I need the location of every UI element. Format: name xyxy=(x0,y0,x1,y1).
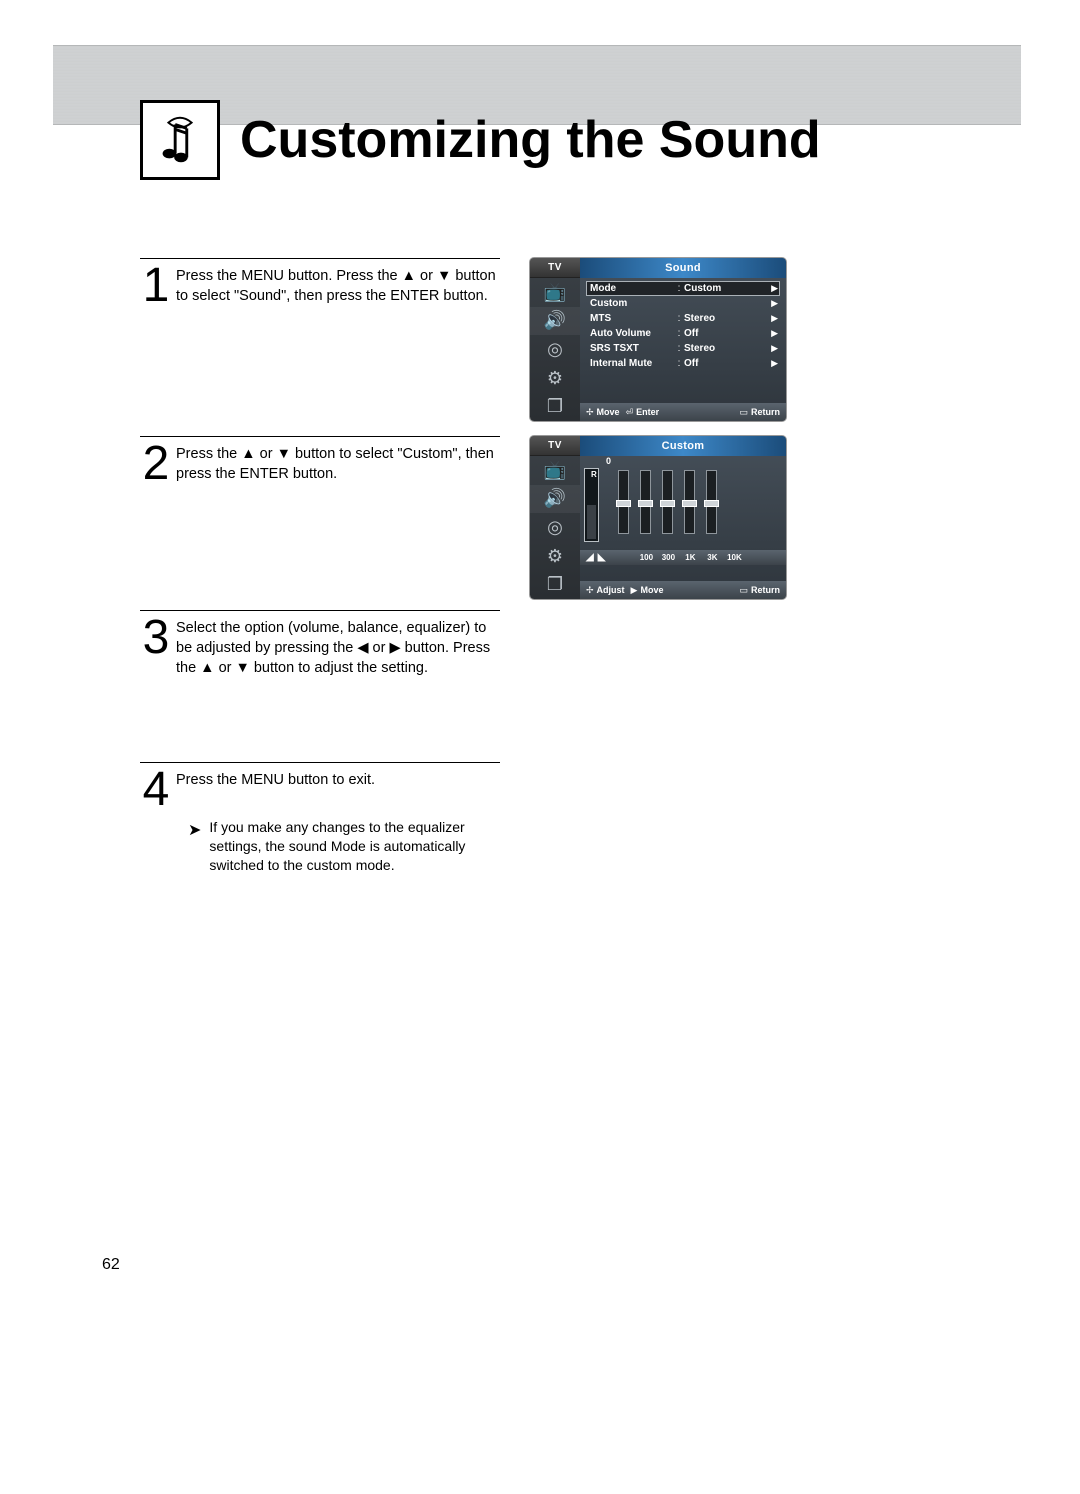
step-1: 1 Press the MENU button. Press the ▲ or … xyxy=(140,266,500,310)
eq-band-100[interactable] xyxy=(618,470,629,534)
arrow-right-icon: ▶ xyxy=(771,313,780,324)
step-3-number: 3 xyxy=(140,614,172,662)
step-1-text: Press the MENU button. Press the ▲ or ▼ … xyxy=(172,266,500,306)
osd-custom-title: Custom xyxy=(580,436,786,456)
step4-rule xyxy=(140,762,500,763)
osd-custom-hint: ✢Adjust ▶Move ▭Return xyxy=(580,581,786,599)
eq-band-1k[interactable] xyxy=(662,470,673,534)
eq-balance-slider[interactable] xyxy=(584,468,599,542)
speaker-right-icon: ◣ xyxy=(598,552,606,563)
osd-sound-menu: TV 📺 🔊 ◎ ⚙ ❐ Sound Mode : Custom ▶ xyxy=(530,258,786,421)
speaker-left-icon: ◢ xyxy=(586,552,594,563)
section-title-block: Customizing the Sound xyxy=(140,100,821,180)
manual-page: Customizing the Sound 1 Press the MENU b… xyxy=(0,0,1080,1494)
step2-rule xyxy=(140,436,500,437)
arrow-right-icon: ▶ xyxy=(771,298,780,309)
osd-sidebar: TV 📺 🔊 ◎ ⚙ ❐ xyxy=(530,436,580,599)
arrow-right-icon: ▶ xyxy=(771,328,780,339)
eq-band-3k[interactable] xyxy=(684,470,695,534)
menu-row-autovolume[interactable]: Auto Volume : Off ▶ xyxy=(586,326,780,341)
eq-bands-row xyxy=(618,470,717,534)
sidebar-channel-icon[interactable]: ◎ xyxy=(530,513,580,542)
step-2-number: 2 xyxy=(140,440,172,488)
music-note-icon xyxy=(140,100,220,180)
music-svg-icon xyxy=(151,111,209,169)
osd-sidebar: TV 📺 🔊 ◎ ⚙ ❐ xyxy=(530,258,580,421)
eq-band-10k[interactable] xyxy=(706,470,717,534)
arrow-right-icon: ▶ xyxy=(771,343,780,354)
eq-balance-r-label: R xyxy=(591,470,597,479)
step-4-number: 4 xyxy=(140,766,172,814)
sidebar-picture-icon[interactable]: 📺 xyxy=(530,456,580,485)
note-text: If you make any changes to the equalizer… xyxy=(209,818,508,875)
step-4-text: Press the MENU button to exit. xyxy=(172,770,500,790)
osd-tv-label: TV xyxy=(530,258,580,278)
osd-tv-label: TV xyxy=(530,436,580,456)
menu-row-internalmute[interactable]: Internal Mute : Off ▶ xyxy=(586,356,780,371)
page-number: 62 xyxy=(102,1256,120,1274)
osd-custom-menu: TV 📺 🔊 ◎ ⚙ ❐ Custom 0 R xyxy=(530,436,786,599)
sidebar-channel-icon[interactable]: ◎ xyxy=(530,335,580,364)
step-3: 3 Select the option (volume, balance, eq… xyxy=(140,618,500,678)
osd-sound-title: Sound xyxy=(580,258,786,278)
osd-sound-hint: ✢Move ⏎Enter ▭Return xyxy=(580,403,786,421)
sidebar-sound-icon[interactable]: 🔊 xyxy=(530,307,580,336)
menu-row-mode[interactable]: Mode : Custom ▶ xyxy=(586,281,780,296)
arrow-right-icon: ▶ xyxy=(771,358,780,369)
menu-row-custom[interactable]: Custom ▶ xyxy=(586,296,780,311)
step-4: 4 Press the MENU button to exit. xyxy=(140,770,500,814)
arrow-right-icon: ▶ xyxy=(771,283,780,294)
step-1-number: 1 xyxy=(140,262,172,310)
step-2: 2 Press the ▲ or ▼ button to select "Cus… xyxy=(140,444,500,488)
eq-band-300[interactable] xyxy=(640,470,651,534)
sidebar-sound-icon[interactable]: 🔊 xyxy=(530,485,580,514)
eq-zero-label: 0 xyxy=(606,456,611,466)
sidebar-picture-icon[interactable]: 📺 xyxy=(530,278,580,307)
eq-freq-labels: ◢ ◣ 100 300 1K 3K 10K xyxy=(580,550,786,565)
step3-rule xyxy=(140,610,500,611)
step-2-text: Press the ▲ or ▼ button to select "Custo… xyxy=(172,444,500,484)
note-arrow-icon: ➤ xyxy=(188,820,201,875)
menu-row-mts[interactable]: MTS : Stereo ▶ xyxy=(586,311,780,326)
osd-sound-body: Mode : Custom ▶ Custom ▶ MTS : Ste xyxy=(580,278,786,403)
sidebar-setup-icon[interactable]: ⚙ xyxy=(530,364,580,393)
step-3-text: Select the option (volume, balance, equa… xyxy=(172,618,500,678)
page-title: Customizing the Sound xyxy=(240,110,821,170)
sidebar-pip-icon[interactable]: ❐ xyxy=(530,392,580,421)
note-block: ➤ If you make any changes to the equaliz… xyxy=(188,818,508,875)
sidebar-pip-icon[interactable]: ❐ xyxy=(530,570,580,599)
sidebar-setup-icon[interactable]: ⚙ xyxy=(530,542,580,571)
step1-rule xyxy=(140,258,500,259)
equalizer-panel: 0 R ◢ ◣ xyxy=(580,456,786,581)
menu-row-srstsxt[interactable]: SRS TSXT : Stereo ▶ xyxy=(586,341,780,356)
